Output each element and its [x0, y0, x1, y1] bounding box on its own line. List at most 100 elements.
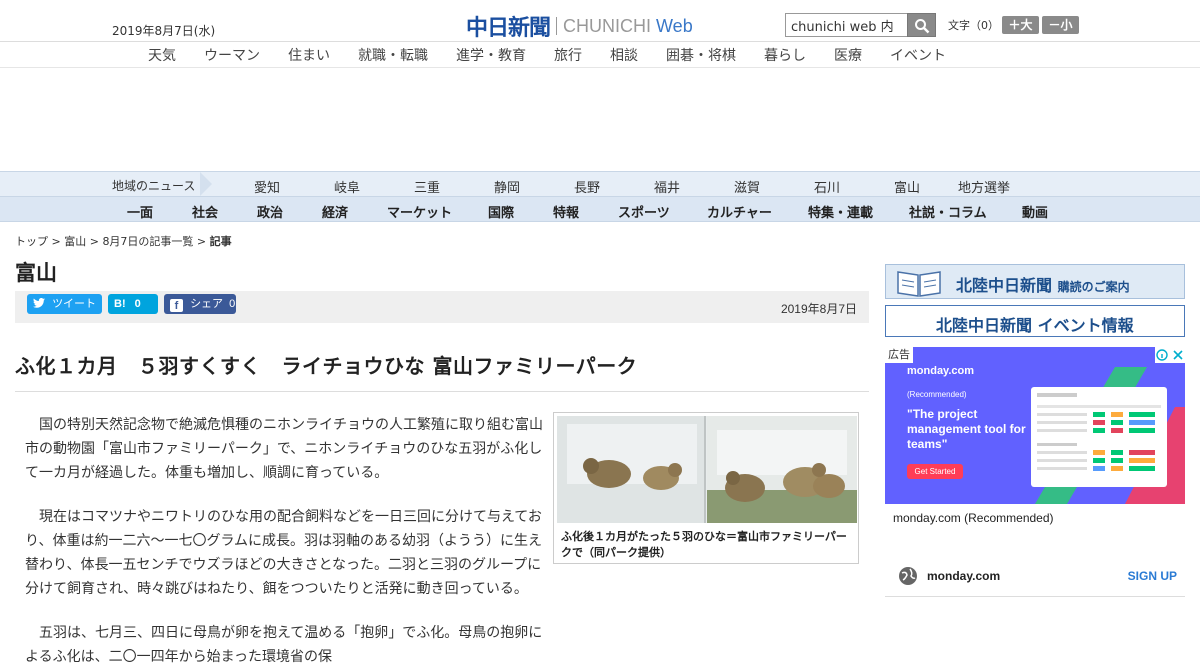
region-elections[interactable]: 地方選挙: [958, 177, 1010, 196]
facebook-count: 0: [229, 298, 236, 310]
event-banner-title: 北陸中日新聞: [936, 316, 1033, 335]
text-smaller-button[interactable]: －小: [1042, 16, 1079, 34]
ad-headline: "The project management tool for teams": [907, 407, 1026, 451]
event-banner-sub: イベント情報: [1037, 316, 1134, 335]
section-politics[interactable]: 政治: [257, 202, 283, 221]
facebook-share-button[interactable]: f シェア 0: [164, 294, 236, 314]
nav-housing[interactable]: 住まい: [288, 45, 330, 65]
ad-choices[interactable]: [1155, 347, 1185, 363]
globe-icon: [899, 567, 917, 585]
section-world[interactable]: 国際: [488, 202, 514, 221]
ad-creative[interactable]: 広告 monday.com (Recommended) "The project…: [885, 347, 1185, 504]
article-date: 2019年8月7日: [780, 302, 857, 316]
article-headline: ふ化１カ月 ５羽すくすく ライチョウひな 富山ファミリーパーク: [15, 354, 638, 378]
hatena-bookmark-button[interactable]: B! 0: [108, 294, 158, 314]
sponsored-ad[interactable]: 広告 monday.com (Recommended) "The project…: [885, 347, 1185, 597]
ad-get-started-button[interactable]: Get Started: [907, 464, 963, 479]
tweet-button[interactable]: ツイート: [27, 294, 102, 314]
facebook-f-icon: f: [170, 299, 183, 312]
ad-brand[interactable]: monday.com: [927, 569, 1000, 583]
share-bar: ツイート B! 0 f シェア 0 2019年8月7日: [15, 291, 869, 323]
hatena-b-icon: B!: [114, 298, 126, 310]
region-nav: 地域のニュース 愛知 岐阜 三重 静岡 長野 福井 滋賀 石川 富山 地方選挙: [0, 171, 1200, 197]
search-button[interactable]: [907, 13, 936, 37]
section-special[interactable]: 特報: [553, 202, 579, 221]
ad-logo: monday.com: [907, 365, 975, 377]
header-date: 2019年8月7日(水): [112, 24, 216, 38]
region-shiga[interactable]: 滋賀: [734, 177, 760, 196]
subscription-banner-sub: 購読のご案内: [1057, 280, 1130, 294]
nav-weather[interactable]: 天気: [148, 45, 176, 65]
page-title: 富山: [15, 261, 57, 285]
region-nav-arrow: [200, 172, 212, 196]
logo-latin: CHUNICHI: [563, 15, 652, 36]
section-sports[interactable]: スポーツ: [618, 202, 670, 221]
newspaper-book-icon: [897, 271, 941, 297]
site-logo[interactable]: 中日新聞 CHUNICHI Web: [466, 10, 693, 42]
facebook-share-label: シェア: [190, 298, 224, 310]
breadcrumb-top[interactable]: トップ: [15, 235, 48, 248]
breadcrumb-sep: >: [86, 235, 103, 248]
article-paragraph: 国の特別天然記念物で絶滅危惧種のニホンライチョウの人工繁殖に取り組む富山市の動物…: [25, 417, 543, 481]
site-header: 2019年8月7日(水) 中日新聞 CHUNICHI Web 文字（0） ＋大 …: [0, 0, 1200, 42]
section-front[interactable]: 一面: [127, 202, 153, 221]
region-toyama[interactable]: 富山: [894, 177, 920, 196]
region-mie[interactable]: 三重: [414, 177, 440, 196]
search-input[interactable]: [785, 13, 908, 37]
region-aichi[interactable]: 愛知: [254, 177, 280, 196]
ad-rating-label: (Recommended): [907, 390, 967, 399]
breadcrumb: トップ > 富山 > 8月7日の記事一覧 > 記事: [15, 233, 232, 249]
section-economy[interactable]: 経済: [322, 202, 348, 221]
nav-medical[interactable]: 医療: [834, 45, 862, 65]
section-nav: 一面 社会 政治 経済 マーケット 国際 特報 スポーツ カルチャー 特集・連載…: [0, 197, 1200, 222]
region-nav-label: 地域のニュース: [112, 179, 196, 193]
logo-kanji: 中日新聞: [466, 16, 551, 41]
text-larger-button[interactable]: ＋大: [1002, 16, 1039, 34]
subscription-banner[interactable]: 北陸中日新聞 購読のご案内: [885, 264, 1185, 299]
site-search: [785, 13, 936, 37]
search-icon: [915, 19, 930, 34]
section-culture[interactable]: カルチャー: [707, 202, 772, 221]
region-shizuoka[interactable]: 静岡: [494, 177, 520, 196]
section-video[interactable]: 動画: [1022, 202, 1048, 221]
ad-tag: 広告: [885, 347, 913, 363]
breadcrumb-area[interactable]: 富山: [64, 235, 86, 248]
region-gifu[interactable]: 岐阜: [334, 177, 360, 196]
ad-product-screenshot: [1031, 387, 1167, 487]
hatena-count: 0: [134, 298, 141, 310]
ad-signup-button[interactable]: SIGN UP: [1128, 569, 1177, 583]
ptarmigan-chicks-photo: [557, 416, 857, 523]
article-paragraph: 現在はコマツナやニワトリのひな用の配合飼料などを一日三回に分けて与えており、体重…: [25, 509, 543, 597]
photo-caption: ふ化後１カ月がたった５羽のひな＝富山市ファミリーパークで（同パーク提供）: [561, 530, 847, 559]
nav-advice[interactable]: 相談: [610, 45, 638, 65]
event-info-banner[interactable]: 北陸中日新聞 イベント情報: [885, 305, 1185, 337]
region-ishikawa[interactable]: 石川: [814, 177, 840, 196]
ad-info-icon: [1156, 349, 1183, 361]
nav-jobs[interactable]: 就職・転職: [358, 45, 428, 65]
nav-living[interactable]: 暮らし: [764, 45, 806, 65]
twitter-bird-icon: [33, 298, 45, 308]
article-paragraph: 五羽は、七月三、四日に母鳥が卵を抱えて温める「抱卵」でふ化。母鳥の抱卵によるふ化…: [25, 625, 543, 665]
breadcrumb-current: 記事: [209, 235, 232, 248]
nav-travel[interactable]: 旅行: [554, 45, 582, 65]
nav-woman[interactable]: ウーマン: [204, 45, 260, 65]
nav-events[interactable]: イベント: [890, 45, 946, 65]
logo-divider: [556, 17, 558, 35]
section-market[interactable]: マーケット: [387, 202, 452, 221]
breadcrumb-sep: >: [48, 235, 65, 248]
breadcrumb-sep: >: [193, 235, 210, 248]
ad-source[interactable]: monday.com (Recommended): [893, 511, 1054, 525]
article-photo[interactable]: ふ化後１カ月がたった５羽のひな＝富山市ファミリーパークで（同パーク提供）: [553, 412, 859, 564]
category-nav: 天気 ウーマン 住まい 就職・転職 進学・教育 旅行 相談 囲碁・将棋 暮らし …: [0, 42, 1200, 68]
region-fukui[interactable]: 福井: [654, 177, 680, 196]
breadcrumb-list[interactable]: 8月7日の記事一覧: [102, 235, 193, 248]
nav-education[interactable]: 進学・教育: [456, 45, 526, 65]
text-size-label: 文字（0）: [948, 19, 999, 32]
nav-go-shogi[interactable]: 囲碁・将棋: [666, 45, 736, 65]
section-features[interactable]: 特集・連載: [808, 202, 873, 221]
headline-divider: [15, 391, 869, 392]
section-editorials[interactable]: 社説・コラム: [909, 202, 987, 221]
region-nagano[interactable]: 長野: [574, 177, 600, 196]
section-society[interactable]: 社会: [192, 202, 218, 221]
subscription-banner-title: 北陸中日新聞: [956, 276, 1053, 295]
